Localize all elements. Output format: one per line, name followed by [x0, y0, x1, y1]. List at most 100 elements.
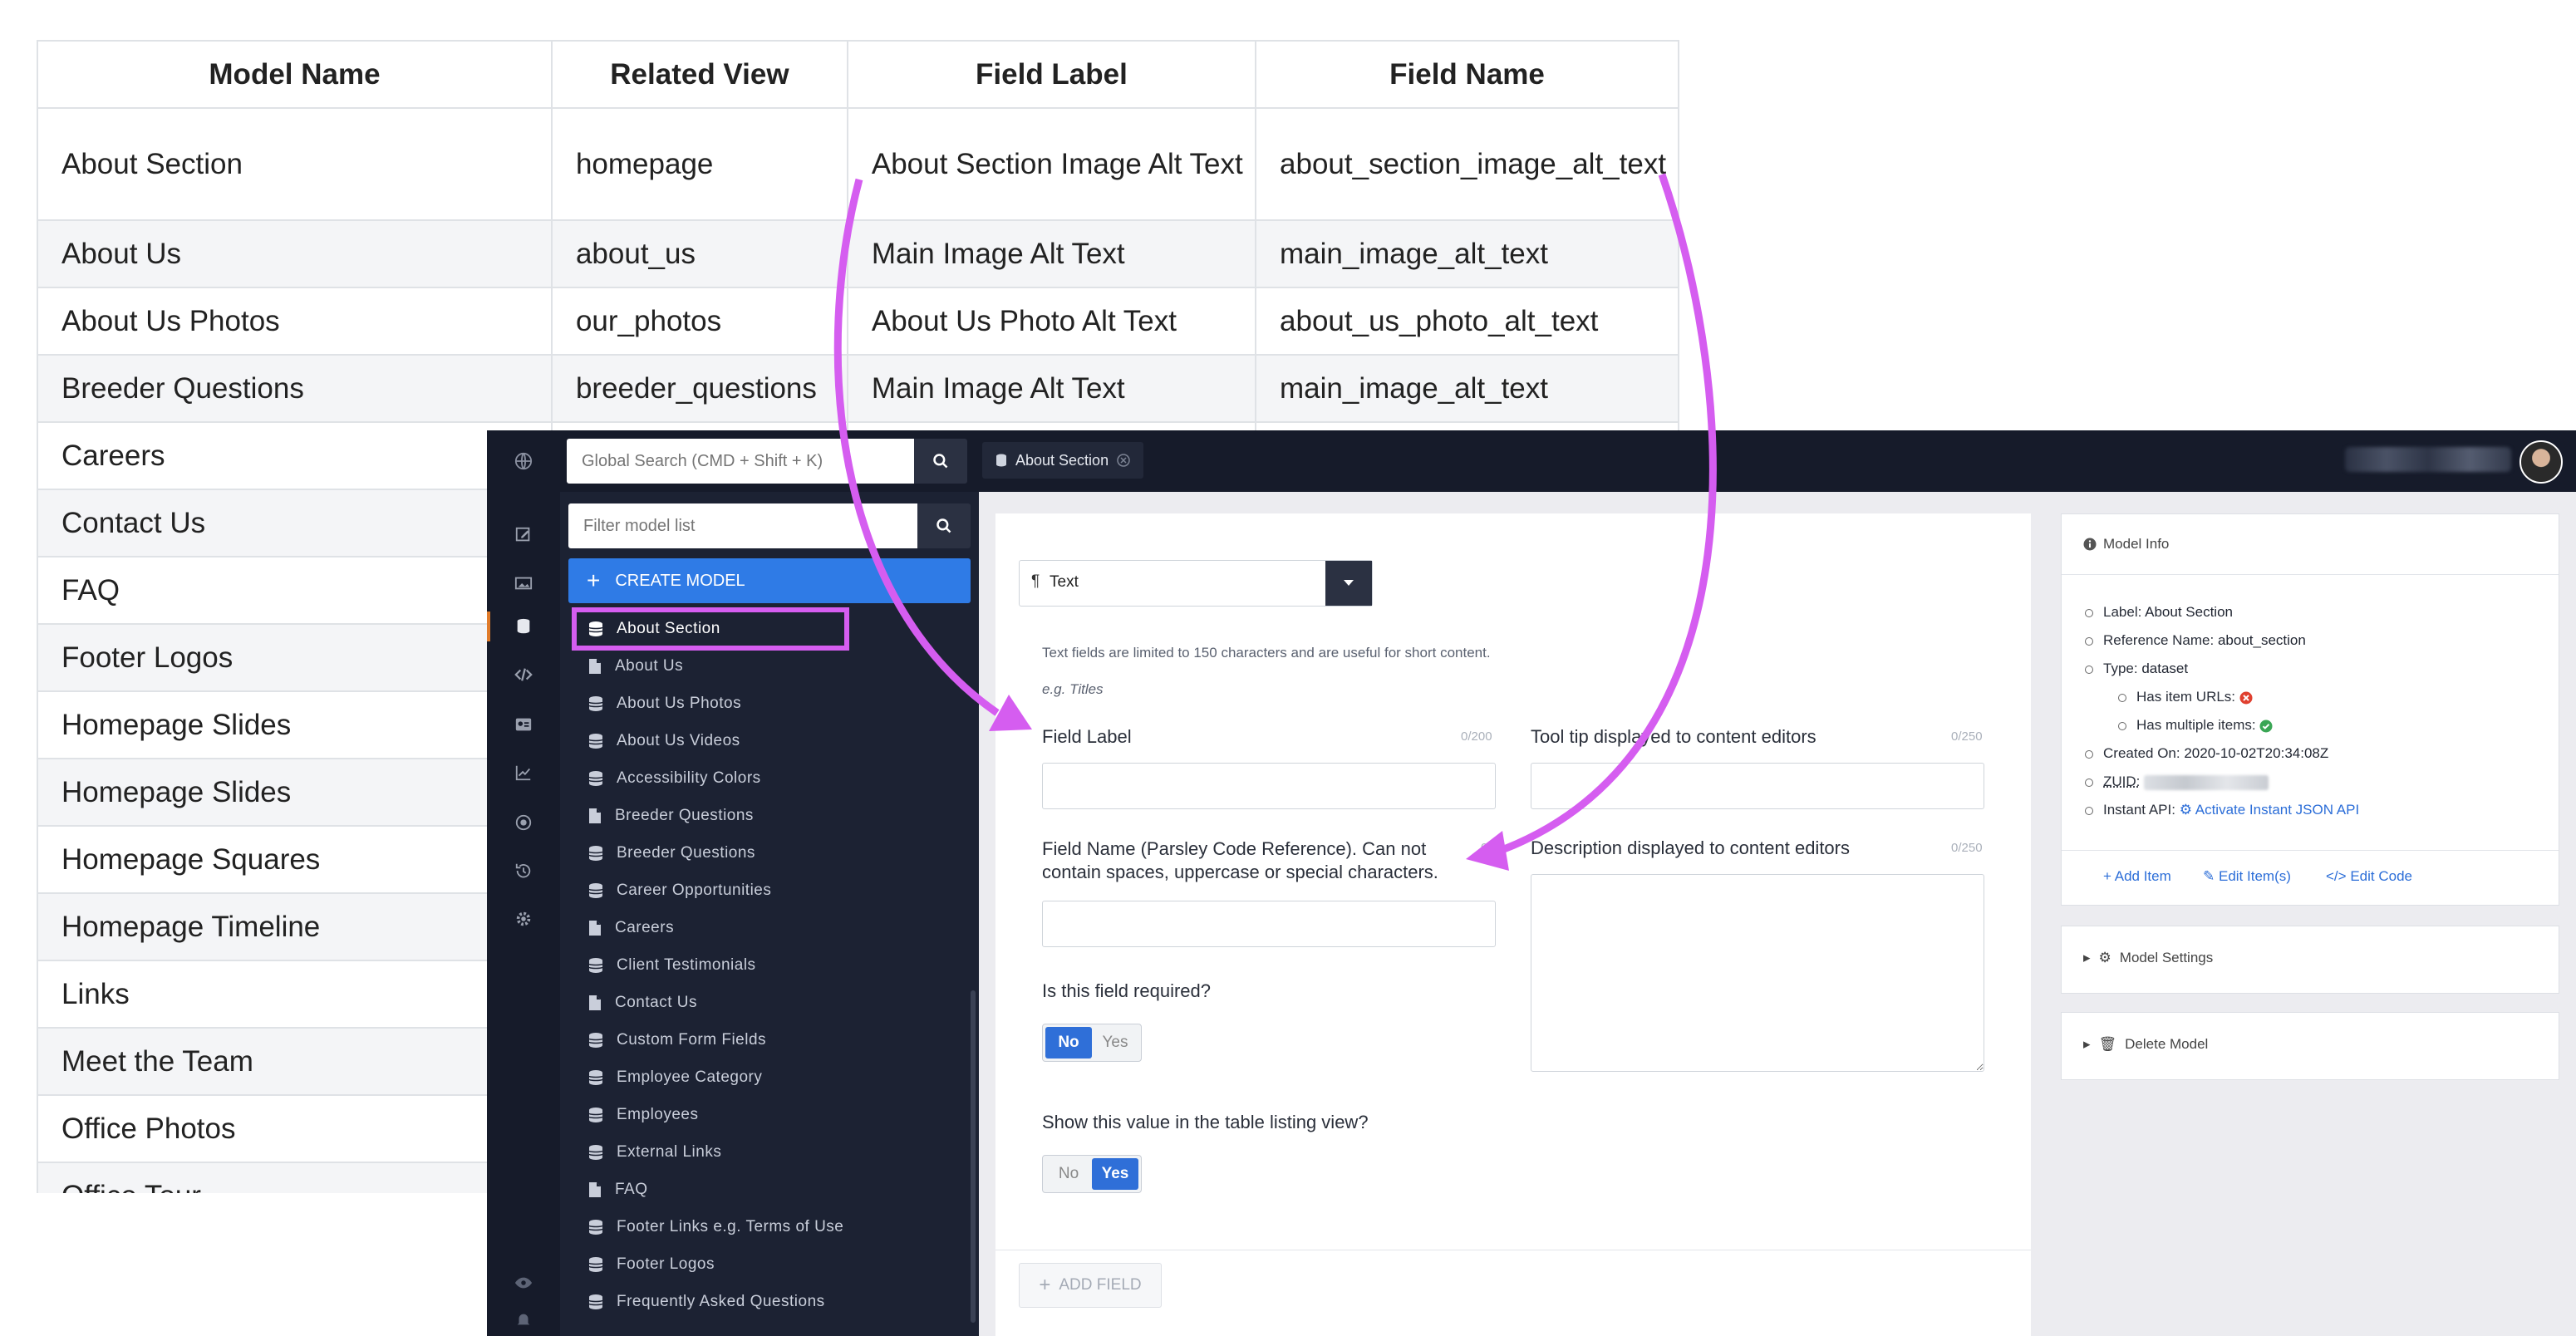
dropdown-toggle[interactable]	[1325, 561, 1372, 606]
model-settings-header[interactable]: ▸ ⚙ Model Settings	[2083, 950, 2213, 966]
target-icon[interactable]	[509, 808, 538, 837]
file-icon	[588, 920, 602, 936]
type-example-text: e.g. Titles	[1042, 681, 1104, 697]
edit-items-link[interactable]: ✎ Edit Item(s)	[2203, 868, 2291, 885]
required-toggle[interactable]: No Yes	[1042, 1024, 1142, 1062]
required-yes-option[interactable]: Yes	[1092, 1027, 1138, 1058]
model-list-item[interactable]: Breeder Questions	[568, 797, 971, 834]
database-icon	[588, 770, 603, 787]
info-zuid-key: ZUID:	[2103, 774, 2141, 789]
add-item-link[interactable]: + Add Item	[2103, 868, 2171, 885]
avatar[interactable]	[2519, 440, 2563, 484]
model-list-item[interactable]: Client Testimonials	[568, 946, 971, 984]
caret-right-icon: ▸	[2083, 950, 2091, 965]
edit-icon[interactable]	[509, 520, 538, 550]
scrollbar[interactable]	[971, 990, 976, 1323]
model-info-header[interactable]: Model Info	[2083, 536, 2169, 553]
tooltip-input[interactable]	[1531, 763, 1984, 809]
model-list-item-label: External Links	[617, 1142, 722, 1161]
model-list-item[interactable]: Custom Form Fields	[568, 1021, 971, 1058]
globe-icon[interactable]	[509, 446, 538, 476]
model-list-item-label: Breeder Questions	[617, 843, 755, 862]
model-settings-panel[interactable]: ▸ ⚙ Model Settings	[2061, 926, 2559, 994]
open-tab-about-section[interactable]: About Section	[982, 442, 1144, 479]
model-settings-label: Model Settings	[2119, 950, 2214, 965]
model-list-item[interactable]: About Us Photos	[568, 685, 971, 722]
model-list-item-label: About Us	[615, 656, 684, 675]
model-list-item[interactable]: Footer Logos	[568, 1245, 971, 1283]
field-type-select[interactable]: ¶ Text	[1019, 560, 1373, 607]
field-type-value: Text	[1050, 573, 1079, 591]
info-type-value: dataset	[2141, 661, 2189, 676]
cell-field-name: main_image_alt_text	[1255, 354, 1679, 423]
edit-code-link[interactable]: </> Edit Code	[2326, 868, 2412, 885]
model-list-item-label: Contact Us	[615, 993, 697, 1011]
id-card-icon[interactable]	[509, 710, 538, 739]
add-field-button[interactable]: + ADD FIELD	[1019, 1263, 1162, 1308]
listing-yes-option[interactable]: Yes	[1092, 1158, 1138, 1190]
database-icon[interactable]	[509, 612, 538, 641]
model-list-item[interactable]: Contact Us	[568, 984, 971, 1021]
description-textarea[interactable]	[1531, 874, 1984, 1072]
delete-model-header[interactable]: ▸ 🗑 Delete Model	[2083, 1036, 2208, 1053]
model-list-item-label: Footer Logos	[617, 1255, 715, 1273]
table-row: Breeder Questions breeder_questions Main I…	[37, 354, 1679, 423]
listing-toggle[interactable]: No Yes	[1042, 1155, 1142, 1193]
model-list-item-label: Frequently Asked Questions	[617, 1292, 825, 1310]
cell-model-name: Meet the Team	[37, 1027, 553, 1096]
code-icon[interactable]	[509, 660, 538, 690]
database-icon	[588, 1107, 603, 1123]
field-label-input[interactable]	[1042, 763, 1496, 809]
global-search-input[interactable]	[567, 439, 914, 484]
model-list-item[interactable]: About Us Videos	[568, 722, 971, 759]
required-no-option[interactable]: No	[1045, 1027, 1092, 1058]
model-list-item[interactable]: Employees	[568, 1096, 971, 1133]
model-list-item[interactable]: External Links	[568, 1133, 971, 1171]
info-label-row: Label: About Section	[2085, 604, 2233, 621]
cell-related-view: our_photos	[550, 287, 848, 356]
field-name-label: Field Name (Parsley Code Reference). Can…	[1042, 837, 1438, 884]
global-search-button[interactable]	[914, 439, 967, 484]
cell-model-name: Office Photos	[37, 1094, 553, 1163]
model-list-item[interactable]: Footer Links e.g. Terms of Use	[568, 1208, 971, 1245]
gear-icon[interactable]	[509, 904, 538, 934]
info-type-key: Type:	[2103, 661, 2138, 676]
bell-icon[interactable]	[509, 1304, 538, 1334]
model-list-item[interactable]: Career Opportunities	[568, 872, 971, 909]
filter-model-button[interactable]	[917, 503, 971, 548]
cell-related-view: about_us	[550, 219, 848, 288]
close-icon[interactable]	[1117, 454, 1130, 467]
open-tab-label: About Section	[1015, 451, 1109, 469]
gear-icon: ⚙	[2098, 950, 2111, 965]
model-list-item[interactable]: Breeder Questions	[568, 834, 971, 872]
caret-right-icon: ▸	[2083, 1036, 2091, 1052]
cell-model-name: Careers	[37, 421, 553, 490]
listing-no-option[interactable]: No	[1045, 1158, 1092, 1190]
cell-model-name: About Section	[37, 107, 553, 221]
model-list-item[interactable]: Accessibility Colors	[568, 759, 971, 797]
field-editor-panel: ¶ Text Text fields are limited to 150 ch…	[995, 513, 2031, 1336]
cell-model-name: Homepage Timeline	[37, 892, 553, 961]
filter-model-box	[568, 503, 917, 548]
trash-icon: 🗑	[2098, 1036, 2117, 1052]
image-icon[interactable]	[509, 568, 538, 598]
cell-field-label: Main Image Alt Text	[846, 219, 1257, 288]
eye-icon[interactable]	[509, 1268, 538, 1298]
model-list-item[interactable]: FAQ	[568, 1171, 971, 1208]
model-list-item-label: Career Opportunities	[617, 881, 772, 899]
delete-model-panel[interactable]: ▸ 🗑 Delete Model	[2061, 1012, 2559, 1080]
model-list-item[interactable]: About Us	[568, 647, 971, 685]
field-name-input[interactable]	[1042, 901, 1496, 947]
history-icon[interactable]	[509, 856, 538, 886]
cell-model-name: Office Tour	[37, 1162, 553, 1193]
gear-icon: ⚙	[2179, 802, 2192, 818]
model-info-panel: Model Info Label: About Section Referenc…	[2061, 513, 2559, 906]
model-list-item[interactable]: Careers	[568, 909, 971, 946]
chart-icon[interactable]	[509, 758, 538, 788]
zuid-value-blurred	[2144, 774, 2269, 790]
model-list-item[interactable]: Employee Category	[568, 1058, 971, 1096]
model-list-item[interactable]: Frequently Asked Questions	[568, 1283, 971, 1320]
filter-model-input[interactable]	[568, 503, 917, 548]
activate-api-link[interactable]: ⚙ Activate Instant JSON API	[2180, 802, 2360, 818]
create-model-button[interactable]: + CREATE MODEL	[568, 558, 971, 603]
